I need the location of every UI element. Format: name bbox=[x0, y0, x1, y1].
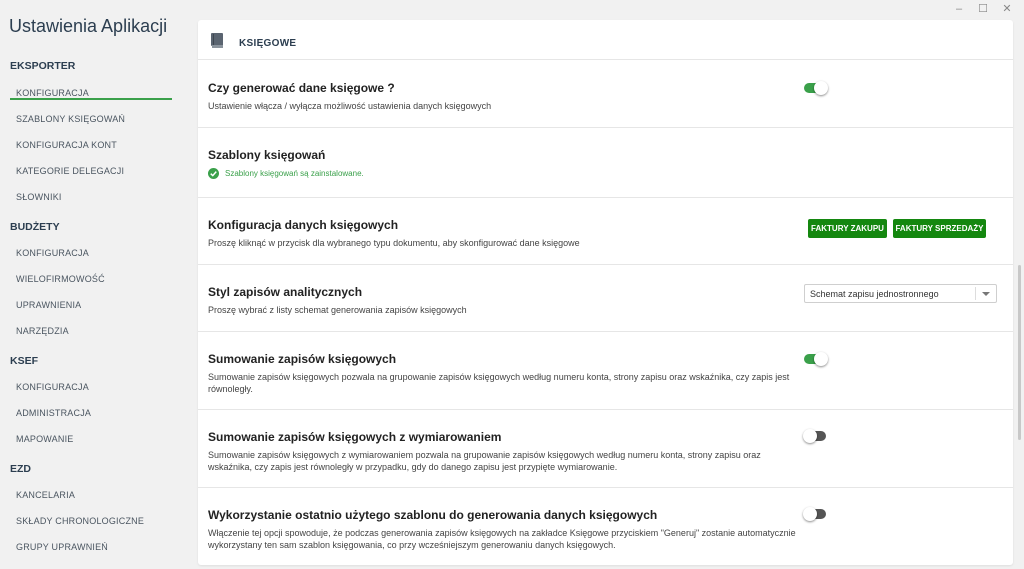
sidebar-item-eksporter-konfiguracja[interactable]: KONFIGURACJA bbox=[16, 88, 89, 98]
section-eksporter: EKSPORTER bbox=[10, 60, 76, 72]
setting-last-template-row: Wykorzystanie ostatnio użytego szablonu … bbox=[198, 488, 1013, 565]
setting-title: Szablony księgowań bbox=[208, 148, 326, 162]
generate-toggle[interactable] bbox=[804, 81, 828, 95]
sidebar-item-kancelaria[interactable]: KANCELARIA bbox=[16, 490, 75, 500]
setting-title: Sumowanie zapisów księgowych bbox=[208, 352, 397, 366]
card-header: KSIĘGOWE bbox=[198, 20, 1013, 60]
setting-description: Proszę kliknąć w przycisk dla wybranego … bbox=[208, 238, 580, 248]
setting-title: Sumowanie zapisów księgowych z wymiarowa… bbox=[208, 430, 502, 444]
sidebar-item-grupy-uprawnien[interactable]: GRUPY UPRAWNIEŃ bbox=[16, 542, 108, 552]
minimize-button[interactable]: – bbox=[948, 2, 970, 18]
section-budzety: BUDŻETY bbox=[10, 221, 60, 233]
sidebar-item-ksef-konfiguracja[interactable]: KONFIGURACJA bbox=[16, 382, 89, 392]
setting-title: Konfiguracja danych księgowych bbox=[208, 218, 399, 232]
sidebar-item-szablony-ksiegowan[interactable]: SZABLONY KSIĘGOWAŃ bbox=[16, 114, 125, 124]
toggle-knob bbox=[803, 429, 817, 443]
setting-title: Czy generować dane księgowe ? bbox=[208, 81, 395, 95]
section-ksef: KSEF bbox=[10, 355, 39, 367]
maximize-button[interactable]: ☐ bbox=[972, 2, 994, 18]
sales-invoices-button[interactable]: FAKTURY SPRZEDAŻY bbox=[893, 219, 986, 238]
sidebar-item-wielofirmowosc[interactable]: WIELOFIRMOWOŚĆ bbox=[16, 274, 105, 284]
setting-title: Styl zapisów analitycznych bbox=[208, 285, 363, 299]
setting-title: Wykorzystanie ostatnio użytego szablonu … bbox=[208, 508, 658, 522]
templates-status: Szablony księgowań są zainstalowane. bbox=[208, 168, 364, 179]
setting-config-row: Konfiguracja danych księgowych Proszę kl… bbox=[198, 198, 1013, 265]
sidebar-item-sklady-chronologiczne[interactable]: SKŁADY CHRONOLOGICZNE bbox=[16, 516, 144, 526]
toggle-knob bbox=[814, 81, 828, 95]
sidebar-item-mapowanie[interactable]: MAPOWANIE bbox=[16, 434, 73, 444]
setting-description: Ustawienie włącza / wyłącza możliwość us… bbox=[208, 101, 492, 111]
summing-toggle[interactable] bbox=[804, 352, 828, 366]
summing-dims-toggle[interactable] bbox=[803, 429, 826, 443]
settings-card: KSIĘGOWE Czy generować dane księgowe ? U… bbox=[198, 20, 1013, 565]
toggle-knob bbox=[803, 507, 817, 521]
setting-style-row: Styl zapisów analitycznych Proszę wybrać… bbox=[198, 265, 1013, 332]
close-button[interactable]: ✕ bbox=[996, 2, 1018, 18]
purchase-invoices-button[interactable]: FAKTURY ZAKUPU bbox=[808, 219, 887, 238]
card-title: KSIĘGOWE bbox=[239, 38, 297, 49]
setting-generate-row: Czy generować dane księgowe ? Ustawienie… bbox=[198, 60, 1013, 128]
section-ezd: EZD bbox=[10, 463, 31, 475]
sidebar-item-konfiguracja-kont[interactable]: KONFIGURACJA KONT bbox=[16, 140, 117, 150]
sidebar: Ustawienia Aplikacji EKSPORTER KONFIGURA… bbox=[0, 0, 190, 569]
select-value: Schemat zapisu jednostronnego bbox=[810, 289, 939, 299]
app-title: Ustawienia Aplikacji bbox=[9, 16, 168, 36]
sidebar-item-narzedzia[interactable]: NARZĘDZIA bbox=[16, 326, 69, 336]
book-icon bbox=[211, 33, 223, 48]
sidebar-item-administracja[interactable]: ADMINISTRACJA bbox=[16, 408, 91, 418]
sidebar-item-budzety-konfiguracja[interactable]: KONFIGURACJA bbox=[16, 248, 89, 258]
select-separator bbox=[975, 287, 976, 300]
active-item-indicator bbox=[10, 98, 172, 100]
analytical-style-select[interactable]: Schemat zapisu jednostronnego bbox=[804, 284, 997, 303]
setting-description: Proszę wybrać z listy schemat generowani… bbox=[208, 305, 467, 315]
setting-description: Sumowanie zapisów księgowych pozwala na … bbox=[208, 372, 790, 394]
last-template-toggle[interactable] bbox=[803, 507, 826, 521]
setting-description: Sumowanie zapisów księgowych z wymiarowa… bbox=[208, 450, 761, 472]
setting-summing-dims-row: Sumowanie zapisów księgowych z wymiarowa… bbox=[198, 410, 1013, 488]
setting-summing-row: Sumowanie zapisów księgowych Sumowanie z… bbox=[198, 332, 1013, 410]
setting-description: Włączenie tej opcji spowoduje, że podcza… bbox=[208, 528, 796, 550]
sidebar-item-kategorie-delegacji[interactable]: KATEGORIE DELEGACJI bbox=[16, 166, 124, 176]
scrollbar[interactable] bbox=[1018, 265, 1021, 440]
status-text: Szablony księgowań są zainstalowane. bbox=[225, 169, 364, 178]
sidebar-item-slowniki[interactable]: SŁOWNIKI bbox=[16, 192, 62, 202]
check-circle-icon bbox=[208, 168, 219, 179]
setting-templates-row: Szablony księgowań Szablony księgowań są… bbox=[198, 128, 1013, 198]
chevron-down-icon bbox=[982, 292, 990, 296]
window-controls: – ☐ ✕ bbox=[948, 2, 1018, 18]
toggle-knob bbox=[814, 352, 828, 366]
sidebar-item-uprawnienia[interactable]: UPRAWNIENIA bbox=[16, 300, 81, 310]
